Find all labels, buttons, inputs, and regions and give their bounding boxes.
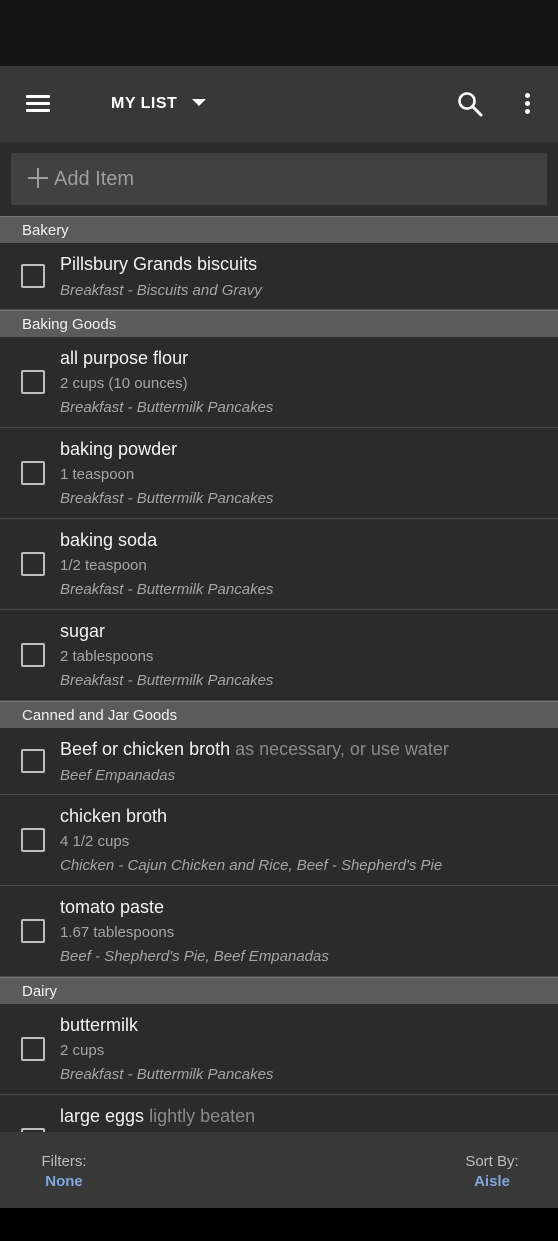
item-checkbox[interactable] bbox=[21, 749, 45, 773]
status-bar bbox=[0, 0, 558, 66]
item-recipe: Chicken - Cajun Chicken and Rice, Beef -… bbox=[60, 857, 443, 874]
shopping-list-area: Add Item Bakery Pillsbury Grands biscuit… bbox=[0, 142, 558, 1132]
item-name: all purpose flour bbox=[60, 348, 189, 368]
item-name: chicken broth bbox=[60, 806, 168, 826]
item-quantity: 1/2 teaspoon bbox=[60, 557, 147, 574]
item-checkbox[interactable] bbox=[21, 919, 45, 943]
item-recipe: Breakfast - Buttermilk Pancakes bbox=[60, 1066, 274, 1083]
item-checkbox[interactable] bbox=[21, 370, 45, 394]
item-name: tomato paste bbox=[60, 897, 165, 917]
item-quantity: 1.67 tablespoons bbox=[60, 924, 175, 941]
list-item[interactable]: large eggs lightly beaten bbox=[0, 1095, 558, 1132]
item-name: Beef or chicken broth bbox=[60, 739, 231, 759]
item-checkbox[interactable] bbox=[21, 1037, 45, 1061]
item-recipe: Breakfast - Buttermilk Pancakes bbox=[60, 399, 274, 416]
item-checkbox[interactable] bbox=[21, 828, 45, 852]
filters-button[interactable]: Filters: None bbox=[38, 1153, 90, 1190]
section-header-bakery: Bakery bbox=[0, 216, 558, 243]
list-item[interactable]: buttermilk 2 cups Breakfast - Buttermilk… bbox=[0, 1004, 558, 1095]
item-checkbox[interactable] bbox=[21, 264, 45, 288]
item-name: baking powder bbox=[60, 439, 178, 459]
item-name: buttermilk bbox=[60, 1015, 139, 1035]
top-toolbar: MY LIST bbox=[0, 66, 558, 142]
item-name-line: large eggs lightly beaten bbox=[60, 1106, 255, 1127]
list-item[interactable]: all purpose flour 2 cups (10 ounces) Bre… bbox=[0, 337, 558, 428]
dropdown-arrow-icon[interactable] bbox=[192, 99, 206, 106]
app-root: MY LIST Add Item Bakery Pillsbury Grands… bbox=[0, 0, 558, 1241]
item-name: baking soda bbox=[60, 530, 158, 550]
item-note: lightly beaten bbox=[149, 1106, 256, 1126]
item-recipe: Breakfast - Buttermilk Pancakes bbox=[60, 490, 274, 507]
item-name: large eggs bbox=[60, 1106, 145, 1126]
sort-button[interactable]: Sort By: Aisle bbox=[462, 1153, 522, 1190]
more-vert-icon[interactable] bbox=[518, 90, 538, 118]
list-item[interactable]: Beef or chicken broth as necessary, or u… bbox=[0, 728, 558, 795]
list-item[interactable]: sugar 2 tablespoons Breakfast - Buttermi… bbox=[0, 610, 558, 701]
item-checkbox[interactable] bbox=[21, 552, 45, 576]
search-icon[interactable] bbox=[456, 90, 484, 118]
item-recipe: Beef - Shepherd's Pie, Beef Empanadas bbox=[60, 948, 329, 965]
plus-icon bbox=[28, 168, 48, 188]
section-header-canned-and-jar-goods: Canned and Jar Goods bbox=[0, 701, 558, 728]
bottom-bar: Filters: None Sort By: Aisle bbox=[0, 1132, 558, 1208]
grocery-list: Bakery Pillsbury Grands biscuits Breakfa… bbox=[0, 216, 558, 1132]
item-name: Pillsbury Grands biscuits bbox=[60, 254, 258, 274]
sort-label: Sort By: bbox=[465, 1153, 519, 1170]
list-title[interactable]: MY LIST bbox=[111, 95, 177, 113]
add-item-placeholder: Add Item bbox=[54, 168, 135, 190]
section-header-dairy: Dairy bbox=[0, 977, 558, 1004]
item-recipe: Breakfast - Buttermilk Pancakes bbox=[60, 581, 274, 598]
list-item[interactable]: baking soda 1/2 teaspoon Breakfast - But… bbox=[0, 519, 558, 610]
filters-value: None bbox=[45, 1173, 83, 1190]
item-quantity: 2 cups bbox=[60, 1042, 105, 1059]
list-item[interactable]: tomato paste 1.67 tablespoons Beef - She… bbox=[0, 886, 558, 977]
menu-icon[interactable] bbox=[22, 90, 54, 118]
item-recipe: Breakfast - Buttermilk Pancakes bbox=[60, 672, 274, 689]
item-checkbox[interactable] bbox=[21, 461, 45, 485]
list-item[interactable]: Pillsbury Grands biscuits Breakfast - Bi… bbox=[0, 243, 558, 310]
section-header-baking-goods: Baking Goods bbox=[0, 310, 558, 337]
item-recipe: Beef Empanadas bbox=[60, 767, 176, 784]
list-item[interactable]: baking powder 1 teaspoon Breakfast - But… bbox=[0, 428, 558, 519]
item-quantity: 2 tablespoons bbox=[60, 648, 154, 665]
item-quantity: 2 cups (10 ounces) bbox=[60, 375, 188, 392]
item-quantity: 4 1/2 cups bbox=[60, 833, 130, 850]
item-quantity: 1 teaspoon bbox=[60, 466, 135, 483]
item-note: as necessary, or use water bbox=[235, 739, 449, 759]
system-nav-bar bbox=[0, 1208, 558, 1241]
sort-value: Aisle bbox=[474, 1173, 510, 1190]
add-item-field[interactable]: Add Item bbox=[11, 153, 547, 205]
item-checkbox[interactable] bbox=[21, 643, 45, 667]
filters-label: Filters: bbox=[41, 1153, 87, 1170]
list-item[interactable]: chicken broth 4 1/2 cups Chicken - Cajun… bbox=[0, 795, 558, 886]
item-name-line: Beef or chicken broth as necessary, or u… bbox=[60, 739, 449, 760]
item-recipe: Breakfast - Biscuits and Gravy bbox=[60, 282, 262, 299]
item-name: sugar bbox=[60, 621, 106, 641]
